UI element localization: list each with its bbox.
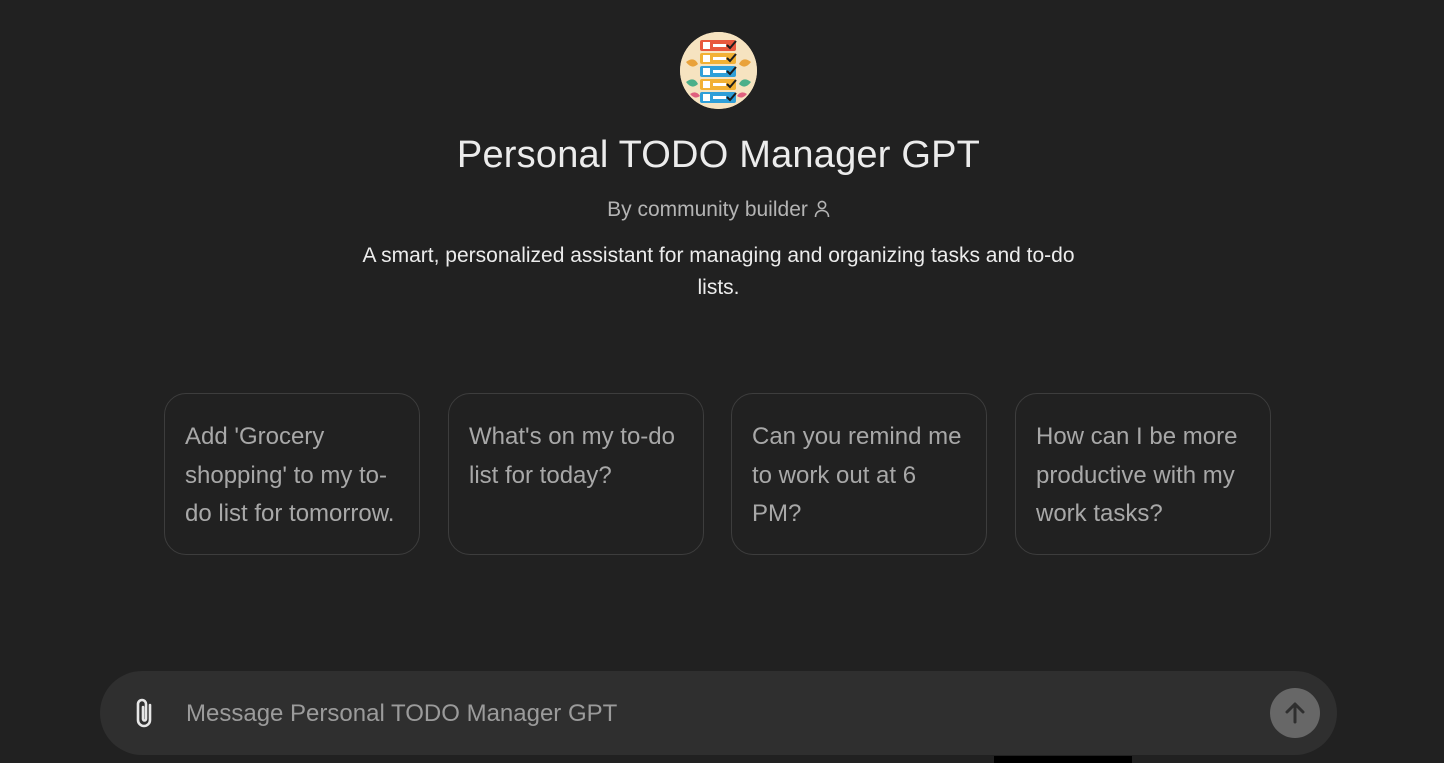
gpt-avatar (680, 32, 757, 109)
conversation-starter-card[interactable]: What's on my to-do list for today? (448, 393, 704, 555)
byline-text: By community builder (607, 198, 808, 221)
conversation-starter-card[interactable]: Can you remind me to work out at 6 PM? (731, 393, 987, 555)
bottom-overlay-strip (994, 756, 1132, 763)
starter-label: How can I be more productive with my wor… (1036, 423, 1238, 527)
send-button[interactable] (1270, 688, 1320, 738)
conversation-starter-card[interactable]: How can I be more productive with my wor… (1015, 393, 1271, 555)
conversation-starter-card[interactable]: Add 'Grocery shopping' to my to-do list … (164, 393, 420, 555)
message-composer (100, 671, 1337, 755)
message-input[interactable] (184, 693, 1248, 735)
starter-label: Add 'Grocery shopping' to my to-do list … (185, 423, 395, 527)
gpt-title: Personal TODO Manager GPT (456, 134, 981, 176)
gpt-description: A smart, personalized assistant for mana… (362, 244, 1075, 299)
starter-label: What's on my to-do list for today? (469, 423, 675, 489)
arrow-up-icon (1285, 702, 1305, 724)
todo-checklist-avatar-icon (680, 32, 757, 109)
paperclip-icon[interactable] (130, 696, 160, 732)
gpt-byline[interactable]: By community builder (0, 198, 1437, 224)
gpt-landing-page: Personal TODO Manager GPT By community b… (0, 0, 1444, 763)
person-icon (814, 200, 830, 224)
starter-label: Can you remind me to work out at 6 PM? (752, 423, 962, 527)
